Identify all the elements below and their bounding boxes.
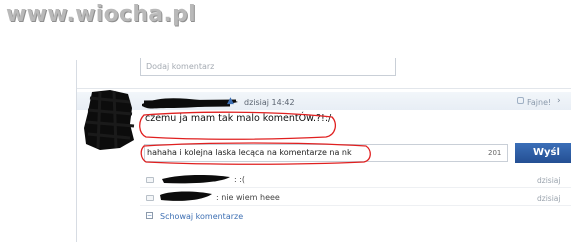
divider (140, 205, 571, 206)
scribbled-avatar (84, 90, 135, 150)
comment-date: dzisiaj (537, 194, 561, 203)
comment-bubble-icon (146, 195, 154, 201)
expand-caret-icon[interactable]: ▲ (227, 96, 234, 106)
watermark: www.wiocha.pl (6, 2, 196, 27)
collapse-comments-link[interactable]: Schowaj komentarze (160, 212, 243, 221)
comment-date: dzisiaj (537, 176, 561, 185)
red-circle-annotation (139, 111, 337, 140)
post-time: dzisiaj 14:42 (244, 98, 295, 107)
red-circle-annotation (140, 142, 371, 165)
chevron-right-icon[interactable]: › (557, 96, 561, 106)
scribbled-username (160, 191, 212, 201)
comment-bubble-icon (146, 177, 154, 183)
collapse-icon[interactable]: − (146, 212, 153, 219)
scribbled-username (162, 174, 230, 184)
thumbs-up-icon[interactable] (517, 97, 524, 104)
comment-text: : :( (234, 175, 246, 184)
divider (77, 88, 571, 89)
comment-text: : nie wiem heee (216, 193, 280, 202)
char-counter: 201 (488, 149, 502, 157)
like-button[interactable]: Fajne! (527, 98, 551, 107)
divider (140, 187, 571, 188)
add-comment-input[interactable]: Dodaj komentarz (140, 58, 396, 76)
send-button[interactable]: Wyśl (515, 143, 571, 163)
